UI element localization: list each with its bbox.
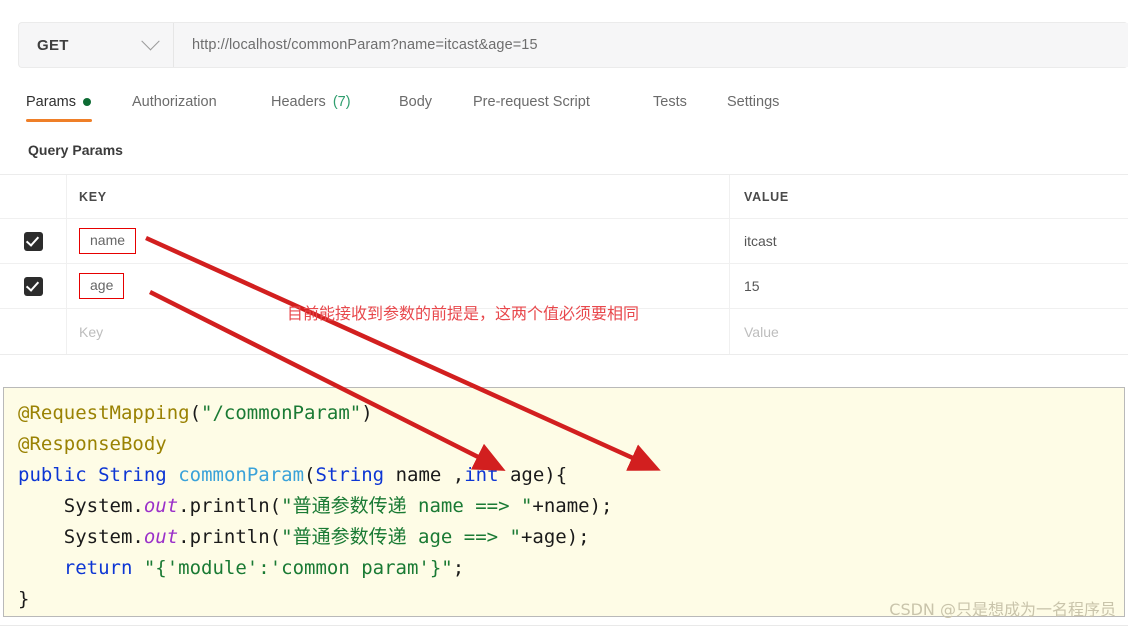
code-token: .println( xyxy=(178,495,282,517)
code-token: ( xyxy=(189,402,202,424)
code-token: @ResponseBody xyxy=(18,433,167,455)
query-params-table: KEY VALUE name itcast age 15 Key Value xyxy=(0,174,1128,355)
code-line: return "{'module':'common param'}"; xyxy=(18,553,1124,584)
tab-settings-label: Settings xyxy=(727,94,780,110)
java-code-snippet: @RequestMapping("/commonParam") @Response… xyxy=(3,387,1125,617)
code-line: @RequestMapping("/commonParam") xyxy=(18,398,1124,429)
postman-screenshot: GET http://localhost/commonParam?name=it… xyxy=(0,0,1128,630)
checkbox-checked-icon[interactable] xyxy=(23,231,43,251)
row-key-placeholder: Key xyxy=(79,323,104,340)
row-value-cell[interactable]: itcast xyxy=(730,219,1128,263)
code-token: .println( xyxy=(178,526,282,548)
tab-headers-label: Headers xyxy=(271,94,326,110)
code-token: return xyxy=(63,557,133,579)
code-line: @ResponseBody xyxy=(18,429,1124,460)
code-token: System. xyxy=(18,495,144,517)
code-token: ; xyxy=(452,557,465,579)
code-token: "/commonParam" xyxy=(201,402,362,424)
row-value-cell[interactable]: Value xyxy=(730,309,1128,354)
table-header-row: KEY VALUE xyxy=(0,175,1128,219)
csdn-watermark: CSDN @只是想成为一名程序员 xyxy=(889,600,1116,619)
row-key-text: name xyxy=(79,228,137,254)
tab-body[interactable]: Body xyxy=(399,88,432,116)
row-value-text: itcast xyxy=(744,233,777,249)
tab-params-label: Params xyxy=(26,94,76,110)
code-token: ( xyxy=(304,464,316,486)
tab-prerequest-script[interactable]: Pre-request Script xyxy=(473,88,590,116)
code-token: age){ xyxy=(498,464,568,486)
query-params-title: Query Params xyxy=(28,142,123,158)
code-token: } xyxy=(18,588,30,610)
tab-authorization-label: Authorization xyxy=(132,94,217,110)
http-method-label: GET xyxy=(37,36,69,54)
code-token: +name); xyxy=(532,495,613,517)
header-value-cell: VALUE xyxy=(744,189,789,204)
tab-authorization[interactable]: Authorization xyxy=(132,88,217,116)
tab-tests-label: Tests xyxy=(653,94,687,110)
header-key-cell: KEY xyxy=(67,175,730,218)
row-key-text: age xyxy=(79,273,125,299)
code-token: System. xyxy=(18,526,144,548)
code-token: "{'module':'common param'}" xyxy=(143,557,453,579)
row-value-placeholder: Value xyxy=(744,323,779,340)
tab-params[interactable]: Params xyxy=(26,88,91,116)
tab-body-label: Body xyxy=(399,94,433,110)
tab-headers[interactable]: Headers (7) xyxy=(271,88,351,116)
row-value-text: 15 xyxy=(744,278,760,294)
code-token: +age); xyxy=(520,526,590,548)
header-checkbox-cell xyxy=(0,175,67,218)
code-token: commonParam xyxy=(178,464,305,486)
annotation-note-text: 目前能接收到参数的前提是，这两个值必须要相同 xyxy=(287,304,640,323)
code-token: public xyxy=(18,464,87,486)
bottom-divider xyxy=(0,625,1128,630)
row-checkbox-cell[interactable] xyxy=(0,219,67,263)
code-token: out xyxy=(143,495,179,517)
code-token: int xyxy=(464,464,499,486)
code-token: "普通参数传递 name ==> " xyxy=(281,495,533,517)
request-url-input[interactable]: http://localhost/commonParam?name=itcast… xyxy=(174,23,1128,67)
tab-prerequest-script-label: Pre-request Script xyxy=(473,94,590,110)
code-token: ) xyxy=(361,402,373,424)
code-token: name , xyxy=(384,464,465,486)
row-key-cell[interactable]: name xyxy=(67,219,730,263)
request-tabs: Params Authorization Headers (7) Body Pr… xyxy=(0,88,1128,126)
row-value-cell[interactable]: 15 xyxy=(730,264,1128,308)
code-token: String xyxy=(98,464,167,486)
row-checkbox-cell[interactable] xyxy=(0,264,67,308)
code-line: public String commonParam(String name ,i… xyxy=(18,460,1124,491)
code-line: System.out.println("普通参数传递 age ==> "+age… xyxy=(18,522,1124,553)
code-token: String xyxy=(315,464,385,486)
code-token: "普通参数传递 age ==> " xyxy=(281,526,521,548)
table-row: name itcast xyxy=(0,219,1128,264)
code-line: System.out.println("普通参数传递 name ==> "+na… xyxy=(18,491,1124,522)
row-checkbox-cell[interactable] xyxy=(0,309,67,354)
code-token: out xyxy=(143,526,179,548)
code-token: @RequestMapping xyxy=(18,402,190,424)
active-tab-indicator xyxy=(26,119,92,122)
checkbox-checked-icon[interactable] xyxy=(23,276,43,296)
http-method-select[interactable]: GET xyxy=(19,23,174,67)
tab-tests[interactable]: Tests xyxy=(653,88,687,116)
tab-settings[interactable]: Settings xyxy=(727,88,779,116)
unsaved-dot-icon xyxy=(82,98,91,106)
request-url-bar: GET http://localhost/commonParam?name=it… xyxy=(18,22,1128,68)
chevron-down-icon xyxy=(141,31,160,50)
tab-headers-count: (7) xyxy=(332,94,351,110)
